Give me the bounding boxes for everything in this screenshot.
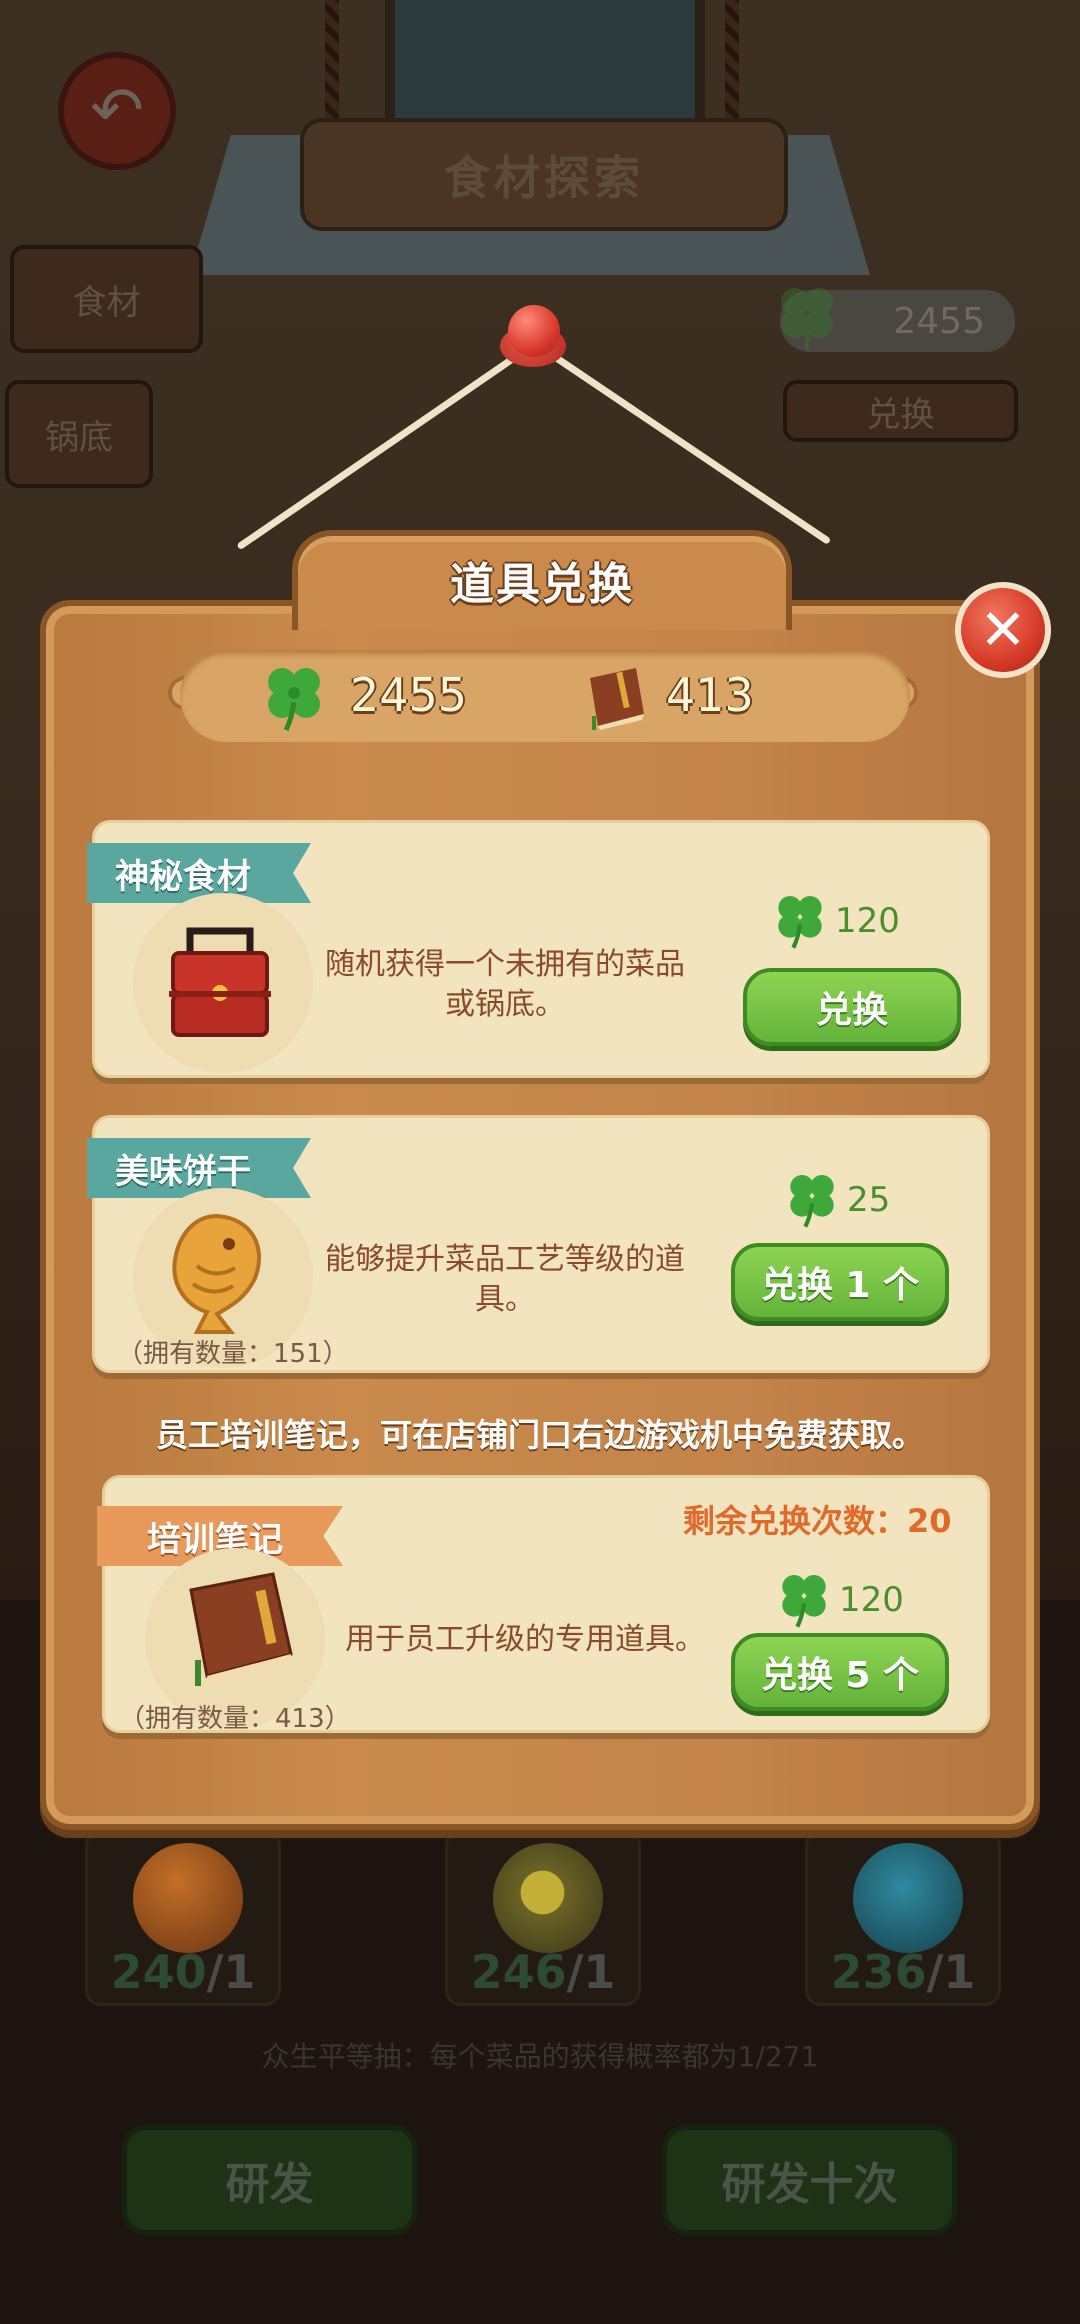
notebook-icon <box>189 1572 293 1686</box>
orb-total-2: /1 <box>566 1945 616 1999</box>
item-card-mystery: 神秘食材 随机获得一个未拥有的菜品或锅底。 120 兑换 <box>87 820 990 1078</box>
orb-count-3: 236 <box>830 1945 927 1999</box>
item-price: 25 <box>785 1170 890 1230</box>
close-button[interactable]: ✕ <box>955 582 1051 678</box>
background-clover-icon <box>781 288 833 350</box>
remaining-exchanges: 剩余兑换次数：20 <box>683 1502 952 1540</box>
orb-total-1: /1 <box>206 1945 256 1999</box>
probability-note: 众生平等抽：每个菜品的获得概率都为1/271 <box>261 2040 819 2073</box>
research-button[interactable]: 研发 <box>122 2125 417 2235</box>
pushpin-icon <box>508 305 560 357</box>
orb-card-3[interactable]: 236/1 <box>805 1830 1001 2006</box>
clover-icon <box>268 668 320 732</box>
item-card-cookie: 美味饼干 （拥有数量：151） 能够提升菜品工艺等级的道具。 25 兑换 1 个 <box>87 1115 990 1373</box>
background-window <box>385 0 705 120</box>
close-icon: ✕ <box>979 597 1027 663</box>
book-balance: 413 <box>666 668 754 722</box>
owned-count: （拥有数量：413） <box>119 1704 351 1734</box>
background-clover-count: 2455 <box>893 300 985 342</box>
book-icon <box>590 668 644 730</box>
orb-card-1[interactable]: 240/1 <box>85 1830 281 2006</box>
back-button[interactable]: ↶ <box>58 52 176 170</box>
fish-cookie-icon <box>172 1213 261 1334</box>
owned-count: （拥有数量：151） <box>117 1339 349 1369</box>
item-card-notebook: 培训笔记 剩余兑换次数：20 （拥有数量：413） 用于员工升级的专用道具。 1… <box>97 1475 990 1734</box>
item-price: 120 <box>777 1570 904 1630</box>
clover-balance: 2455 <box>350 668 468 722</box>
item-price-value: 120 <box>835 901 900 941</box>
background-exchange-button[interactable]: 兑换 <box>783 380 1018 442</box>
lunchbox-icon <box>169 927 271 1037</box>
item-price: 120 <box>773 891 900 951</box>
notebook-notice: 员工培训笔记，可在店铺门口右边游戏机中免费获取。 <box>155 1416 924 1454</box>
egg-orb-icon <box>493 1843 603 1953</box>
orb-count-1: 240 <box>110 1945 207 1999</box>
research-ten-button[interactable]: 研发十次 <box>662 2125 957 2235</box>
back-arrow-icon: ↶ <box>90 74 144 148</box>
item-description: 能够提升菜品工艺等级的道具。 <box>325 1242 685 1317</box>
modal-title: 道具兑换 <box>450 559 634 610</box>
orb-card-2[interactable]: 246/1 <box>445 1830 641 2006</box>
clover-icon <box>782 1575 826 1628</box>
item-description: 用于员工升级的专用道具。 <box>345 1622 705 1657</box>
exchange-button[interactable]: 兑换 <box>743 968 961 1046</box>
item-price-value: 120 <box>839 1580 904 1620</box>
item-price-value: 25 <box>847 1180 891 1220</box>
exchange-five-button[interactable]: 兑换 5 个 <box>731 1633 949 1711</box>
orb-total-3: /1 <box>926 1945 976 1999</box>
exchange-one-button[interactable]: 兑换 1 个 <box>731 1243 949 1321</box>
tab-ingredients[interactable]: 食材 <box>10 245 203 353</box>
page-title: 食材探索 <box>300 118 788 231</box>
orb-count-2: 246 <box>470 1945 567 1999</box>
clover-icon <box>778 896 822 949</box>
item-description: 随机获得一个未拥有的菜品或锅底。 <box>325 947 685 1022</box>
clover-icon <box>790 1175 834 1228</box>
item-ribbon: 神秘食材 <box>87 843 311 903</box>
item-ribbon: 美味饼干 <box>87 1138 311 1198</box>
tab-soup-base[interactable]: 锅底 <box>5 380 153 488</box>
fire-orb-icon <box>133 1843 243 1953</box>
water-orb-icon <box>853 1843 963 1953</box>
